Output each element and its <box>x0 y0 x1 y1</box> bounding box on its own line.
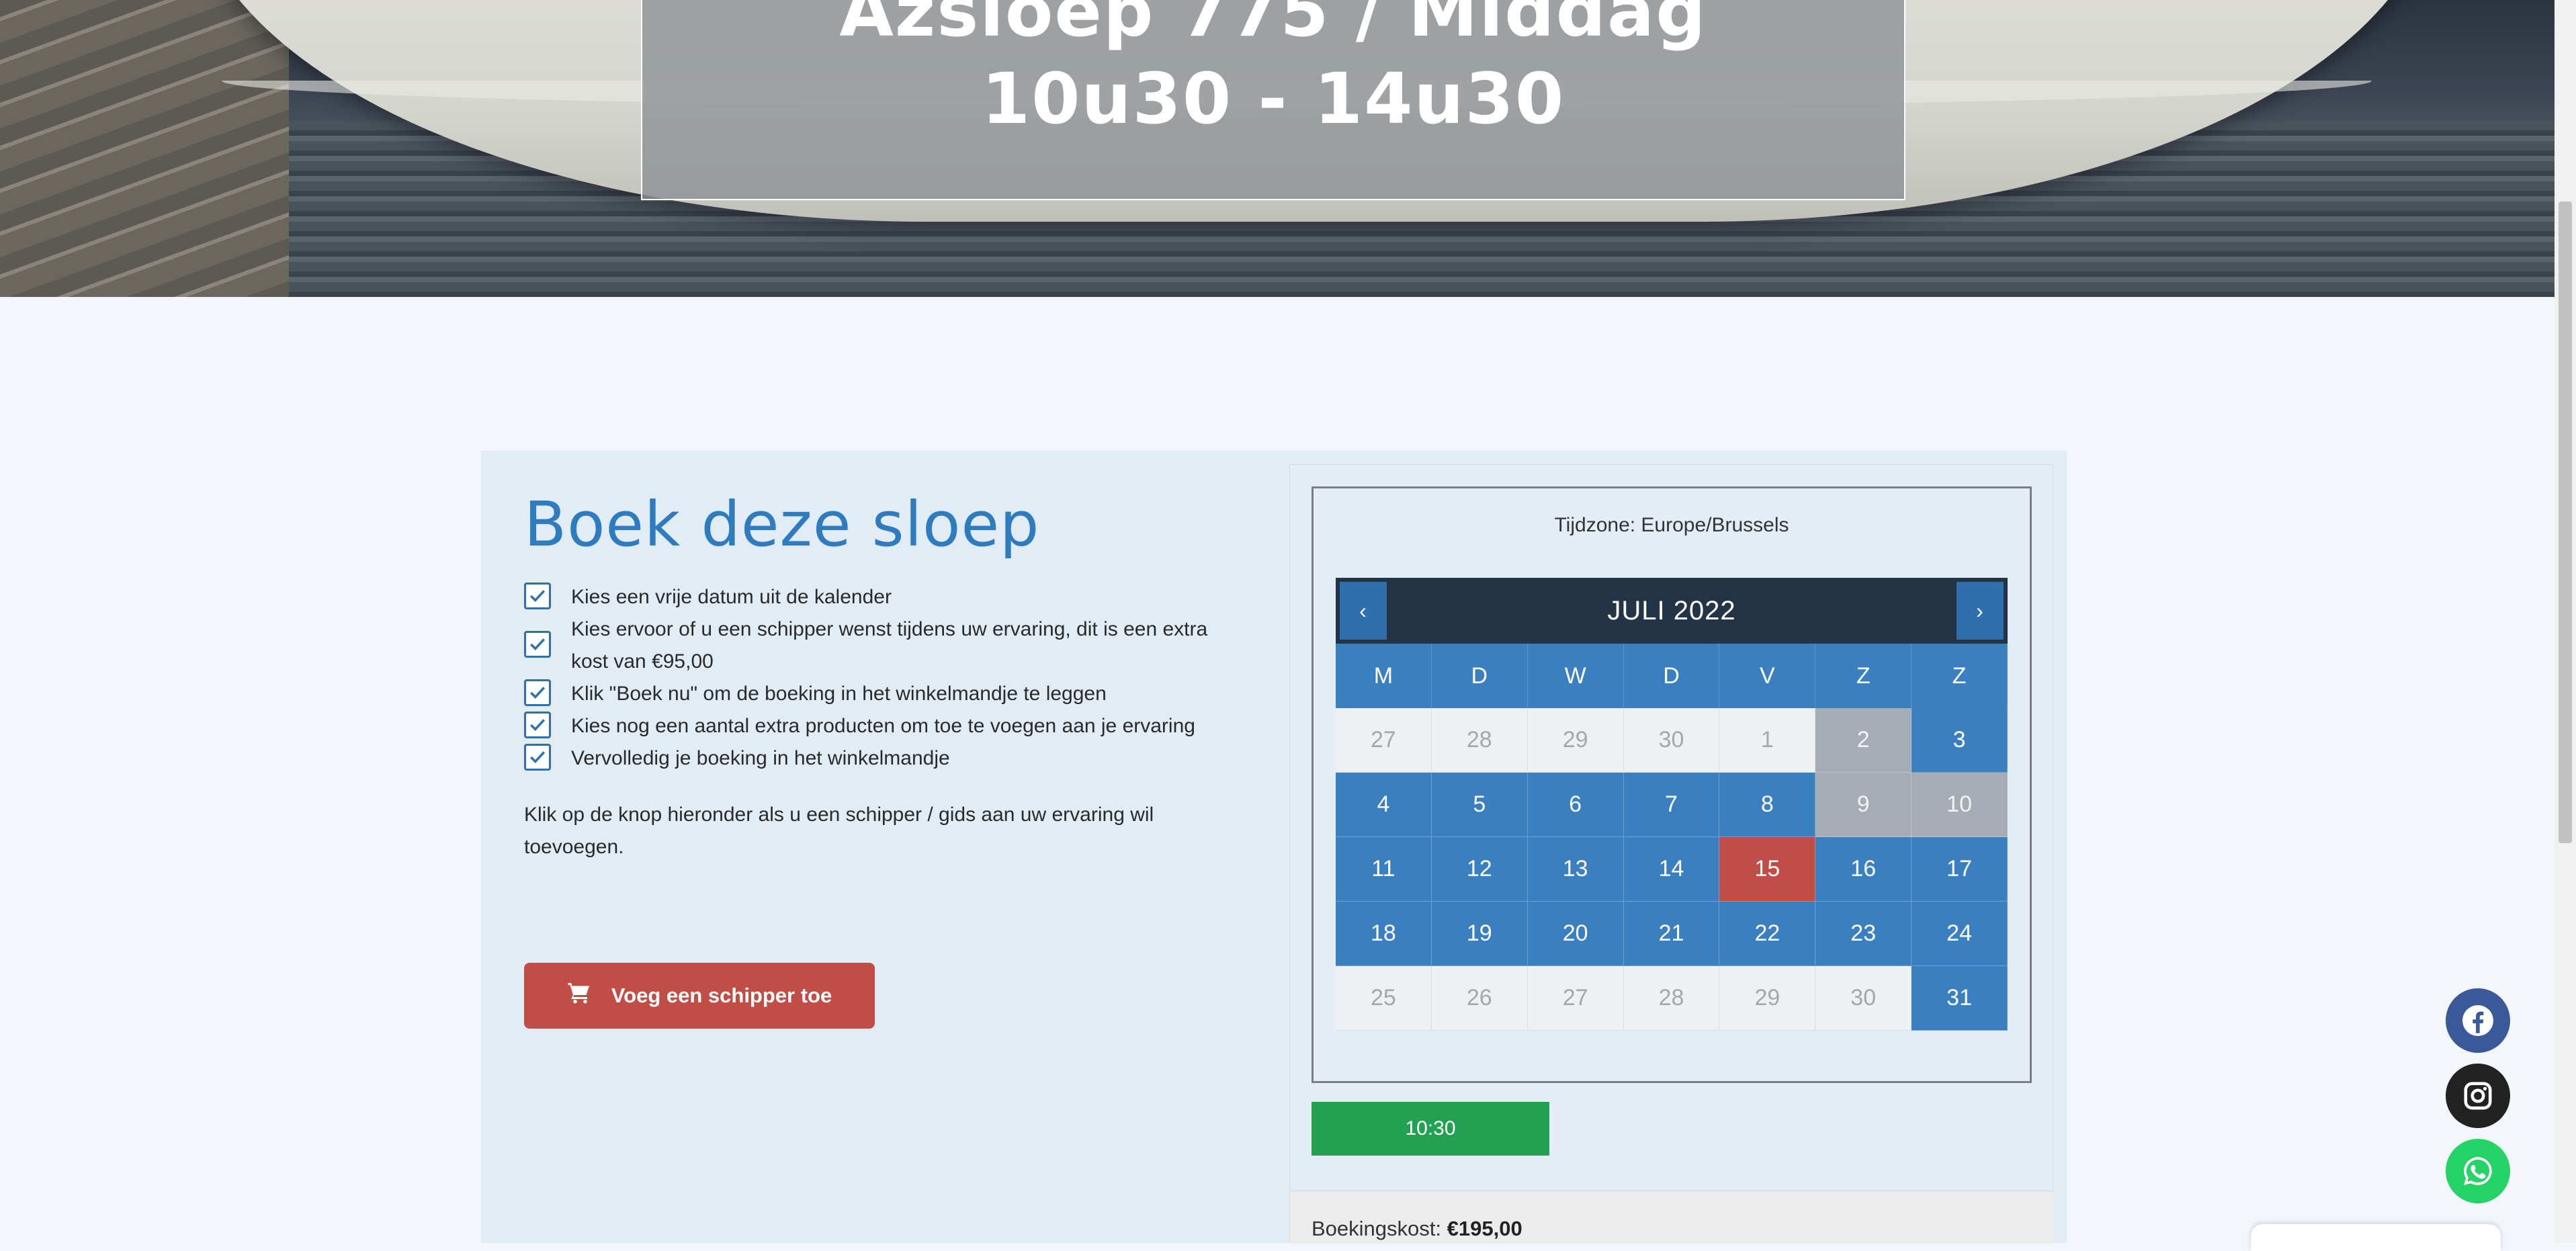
chat-widget-tab[interactable] <box>2251 1224 2501 1251</box>
time-slot-button[interactable]: 10:30 <box>1312 1102 1549 1156</box>
weekday-label: W <box>1527 644 1624 708</box>
calendar-day-selected[interactable]: 15 <box>1719 837 1816 902</box>
calendar-day[interactable]: 14 <box>1623 837 1720 902</box>
page-scrollbar[interactable] <box>2554 0 2576 1243</box>
add-schipper-button[interactable]: Voeg een schipper toe <box>524 963 875 1029</box>
booking-step: Kies ervoor of u een schipper wenst tijd… <box>524 613 1223 678</box>
calendar-day[interactable]: 20 <box>1527 902 1624 966</box>
calendar-day[interactable]: 31 <box>1912 966 2008 1031</box>
hero-title: Azsloep 775 / Middag 10u30 - 14u30 <box>839 0 1707 140</box>
calendar-day: 2 <box>1815 708 1912 773</box>
hero-title-box: Azsloep 775 / Middag 10u30 - 14u30 <box>641 0 1905 200</box>
calendar-day: 30 <box>1815 966 1912 1031</box>
calendar-day[interactable]: 24 <box>1912 902 2008 966</box>
whatsapp-icon <box>2464 1157 2492 1185</box>
calendar-frame: Tijdzone: Europe/Brussels ‹ JULI 2022 › … <box>1312 486 2032 1083</box>
weekday-label: M <box>1336 644 1432 708</box>
calendar-day: 27 <box>1336 708 1432 773</box>
weekday-label: Z <box>1815 644 1912 708</box>
calendar-day: 29 <box>1527 708 1624 773</box>
calendar-day[interactable]: 22 <box>1719 902 1816 966</box>
hero-banner: Azsloep 775 / Middag 10u30 - 14u30 <box>0 0 2554 297</box>
timezone-label: Tijdzone: Europe/Brussels <box>1554 514 1789 536</box>
booking-step: Vervolledig je boeking in het winkelmand… <box>524 742 1223 775</box>
checkbox-checked-icon <box>524 679 551 706</box>
calendar-day[interactable]: 21 <box>1623 902 1720 966</box>
calendar-day: 28 <box>1431 708 1528 773</box>
weekday-label: Z <box>1912 644 2008 708</box>
scrollbar-thumb[interactable] <box>2559 202 2572 843</box>
checkbox-checked-icon <box>524 583 551 609</box>
cart-icon <box>567 982 591 1010</box>
calendar-month: JULI 2022 <box>1607 595 1736 626</box>
calendar-day[interactable]: 3 <box>1912 708 2008 773</box>
booking-card: Boek deze sloep Kies een vrije datum uit… <box>481 451 2067 1244</box>
calendar-day: 30 <box>1623 708 1720 773</box>
calendar-day: 28 <box>1623 966 1720 1031</box>
facebook-button[interactable] <box>2446 988 2510 1053</box>
calendar-day[interactable]: 11 <box>1336 837 1432 902</box>
booking-title: Boek deze sloep <box>524 488 1040 560</box>
instagram-icon <box>2464 1082 2492 1110</box>
calendar: ‹ JULI 2022 › MDWDVZZ 27 28 29 30 1 2 3 4 5 6 7 8 9 1… <box>1336 578 2008 1031</box>
weekday-label: D <box>1431 644 1528 708</box>
calendar-day: 9 <box>1815 773 1912 837</box>
calendar-days: 27 28 29 30 1 2 3 4 5 6 7 8 9 10 11 12 13 14 15 16 17 18 19 20 2… <box>1336 708 2008 1031</box>
prev-month-button[interactable]: ‹ <box>1340 582 1387 640</box>
booking-steps: Kies een vrije datum uit de kalender Kies… <box>524 581 1223 775</box>
hero-dock <box>0 0 289 297</box>
calendar-day: 10 <box>1912 773 2008 837</box>
weekday-row: MDWDVZZ <box>1336 644 2008 708</box>
checkbox-checked-icon <box>524 711 551 738</box>
calendar-day[interactable]: 18 <box>1336 902 1432 966</box>
cost-label: Boekingskost: <box>1312 1217 1441 1240</box>
calendar-day[interactable]: 6 <box>1527 773 1624 837</box>
calendar-day[interactable]: 7 <box>1623 773 1720 837</box>
calendar-day[interactable]: 5 <box>1431 773 1528 837</box>
calendar-day[interactable]: 12 <box>1431 837 1528 902</box>
booking-info: Boek deze sloep Kies een vrije datum uit… <box>524 484 1223 1029</box>
booking-step: Klik "Boek nu" om de boeking in het wink… <box>524 678 1223 710</box>
calendar-day[interactable]: 17 <box>1912 837 2008 902</box>
instagram-button[interactable] <box>2446 1064 2510 1128</box>
schipper-note: Klik op de knop hieronder als u een schi… <box>524 804 1154 858</box>
calendar-day: 26 <box>1431 966 1528 1031</box>
calendar-day[interactable]: 4 <box>1336 773 1432 837</box>
next-month-button[interactable]: › <box>1957 582 2004 640</box>
booking-cost: Boekingskost: €195,00 <box>1290 1191 2054 1244</box>
calendar-header: ‹ JULI 2022 › <box>1336 578 2008 644</box>
weekday-label: D <box>1623 644 1720 708</box>
cost-value: €195,00 <box>1447 1217 1522 1240</box>
booking-step: Kies nog een aantal extra producten om t… <box>524 710 1223 742</box>
calendar-day: 1 <box>1719 708 1816 773</box>
checkbox-checked-icon <box>524 744 551 771</box>
checkbox-checked-icon <box>524 631 551 658</box>
booking-step: Kies een vrije datum uit de kalender <box>524 581 1223 613</box>
weekday-label: V <box>1719 644 1816 708</box>
calendar-day[interactable]: 16 <box>1815 837 1912 902</box>
calendar-day[interactable]: 8 <box>1719 773 1816 837</box>
calendar-day: 25 <box>1336 966 1432 1031</box>
calendar-day: 29 <box>1719 966 1816 1031</box>
calendar-day[interactable]: 19 <box>1431 902 1528 966</box>
facebook-icon <box>2462 1005 2493 1036</box>
whatsapp-button[interactable] <box>2446 1139 2510 1203</box>
calendar-panel: Tijdzone: Europe/Brussels ‹ JULI 2022 › … <box>1289 464 2054 1244</box>
calendar-day[interactable]: 23 <box>1815 902 1912 966</box>
calendar-day[interactable]: 13 <box>1527 837 1624 902</box>
calendar-day: 27 <box>1527 966 1624 1031</box>
